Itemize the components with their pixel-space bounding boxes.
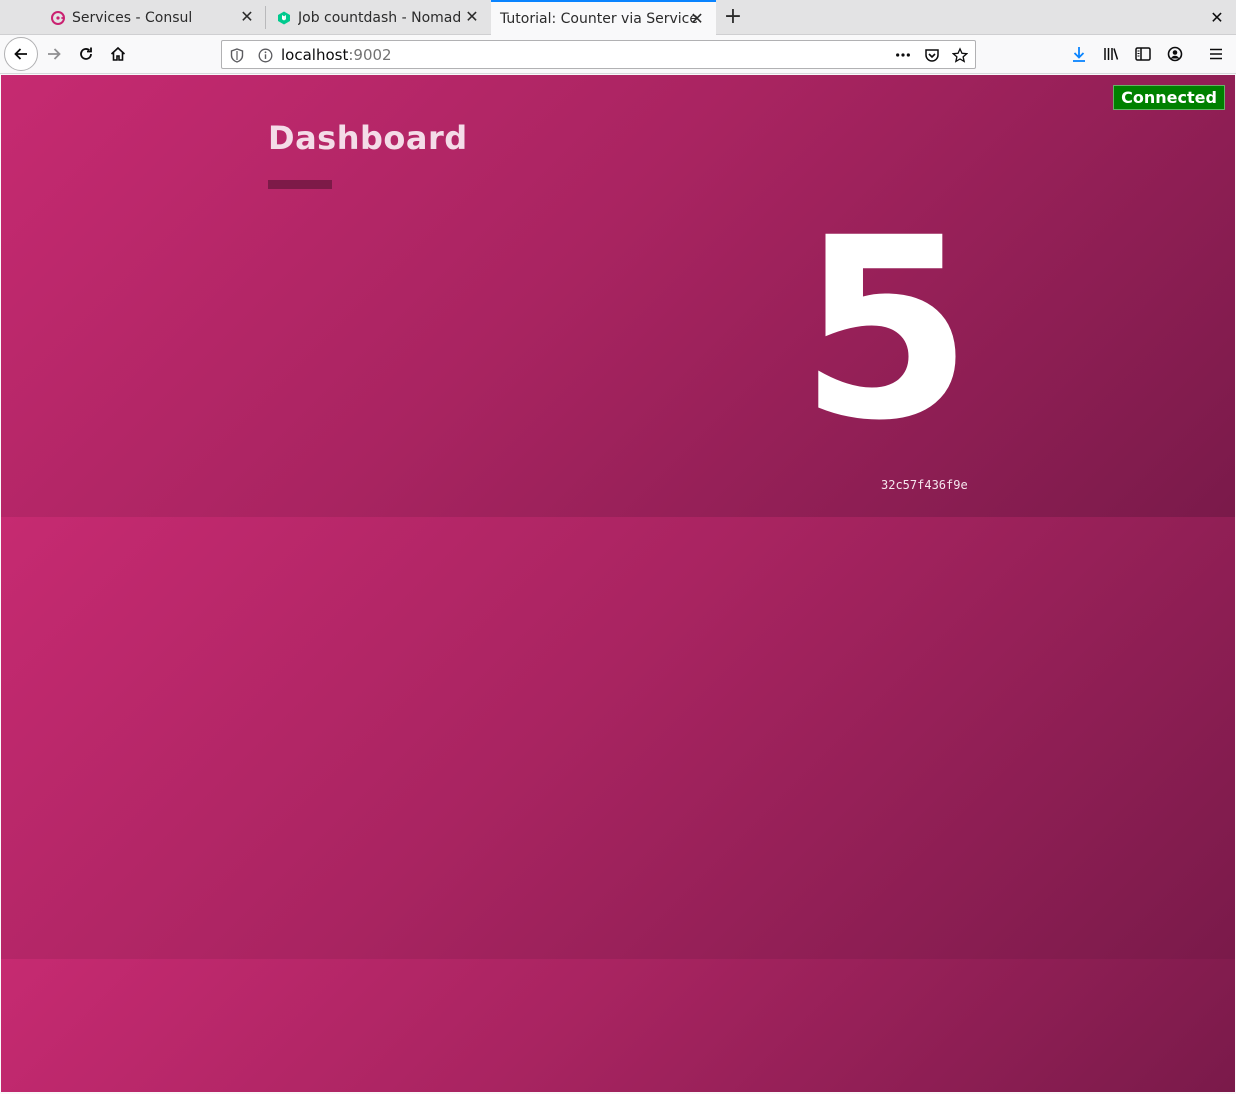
title-accent-bar	[268, 180, 332, 189]
connection-status-badge: Connected	[1113, 85, 1225, 110]
dashboard-section	[1, 75, 1235, 517]
footer-section	[1, 959, 1235, 1092]
account-button[interactable]	[1161, 40, 1189, 68]
info-icon[interactable]	[257, 47, 273, 63]
tab-consul[interactable]: Services - Consul ✕	[40, 0, 266, 35]
content-section	[1, 517, 1235, 959]
reload-icon	[80, 47, 92, 60]
back-button[interactable]	[4, 37, 38, 71]
url-host: localhost	[281, 46, 349, 64]
close-icon[interactable]: ✕	[690, 11, 704, 27]
forward-arrow-icon	[48, 48, 61, 60]
page-viewport: Connected Dashboard 5 32c57f436f9e	[1, 75, 1235, 1092]
url-bar[interactable]: localhost:9002	[221, 40, 976, 69]
tab-counter-service[interactable]: Tutorial: Counter via Service ✕	[491, 0, 716, 36]
shield-icon[interactable]	[229, 47, 245, 63]
forward-button[interactable]	[40, 40, 68, 68]
bookmark-star-icon[interactable]	[952, 46, 968, 63]
reload-button[interactable]	[72, 40, 100, 68]
home-button[interactable]	[104, 40, 132, 68]
home-icon	[110, 46, 126, 61]
close-icon[interactable]: ✕	[465, 9, 479, 25]
account-icon	[1167, 46, 1183, 62]
page-actions-icon[interactable]	[895, 47, 911, 63]
tab-nomad[interactable]: Job countdash - Nomad ✕	[266, 0, 491, 35]
hamburger-menu-icon	[1210, 48, 1222, 60]
close-icon[interactable]: ✕	[240, 9, 254, 25]
downloads-button[interactable]	[1065, 40, 1093, 68]
download-icon	[1073, 47, 1085, 62]
window-close-icon[interactable]: ✕	[1207, 8, 1227, 28]
tab-title: Tutorial: Counter via Service	[500, 11, 698, 27]
tab-strip: Services - Consul ✕ Job countdash - Noma…	[0, 0, 1236, 36]
library-button[interactable]	[1097, 40, 1125, 68]
counter-value: 5	[799, 184, 973, 475]
nomad-icon	[276, 10, 292, 26]
sidebar-icon	[1135, 47, 1151, 61]
menu-button[interactable]	[1202, 40, 1230, 68]
page-title: Dashboard	[268, 119, 468, 157]
tab-title: Services - Consul	[72, 9, 193, 26]
url-port: :9002	[348, 46, 392, 64]
url-text: localhost:9002	[281, 46, 392, 64]
consul-icon	[50, 10, 66, 26]
tab-title: Job countdash - Nomad	[298, 9, 462, 26]
back-arrow-icon	[14, 48, 27, 60]
new-tab-icon[interactable]: +	[720, 4, 746, 30]
pocket-icon[interactable]	[924, 47, 940, 63]
instance-id: 32c57f436f9e	[881, 478, 968, 492]
navigation-toolbar: localhost:9002	[0, 35, 1236, 74]
sidebar-button[interactable]	[1129, 40, 1157, 68]
library-icon	[1104, 48, 1119, 60]
